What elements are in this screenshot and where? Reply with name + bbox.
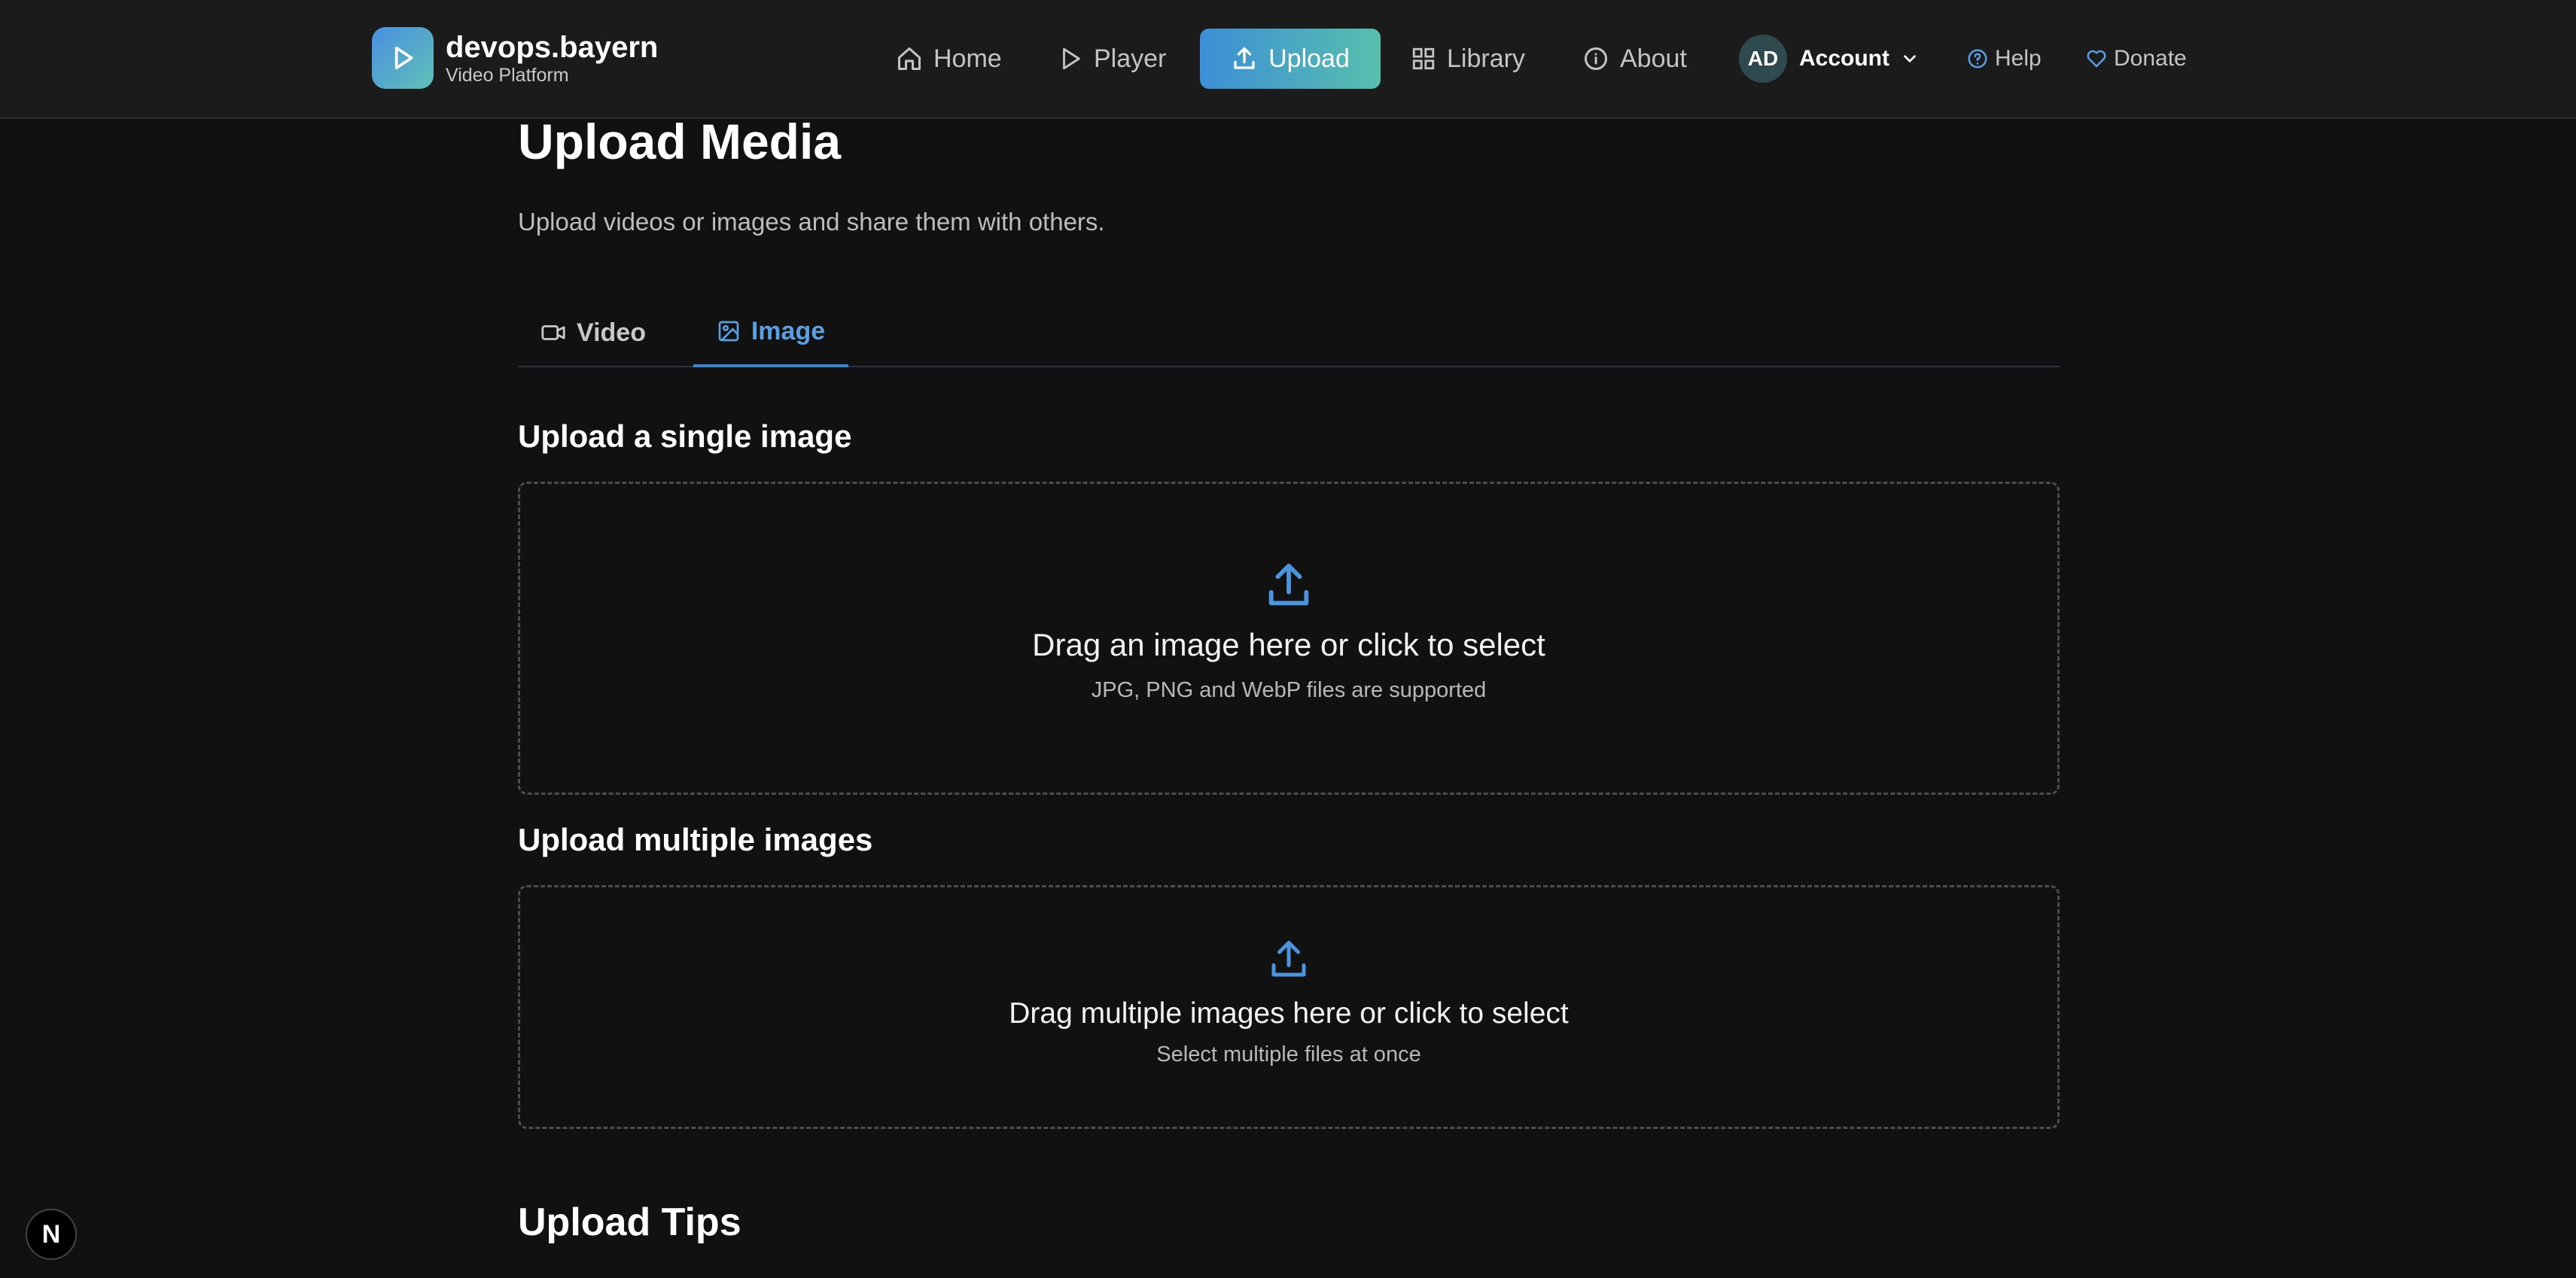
upload-icon — [1234, 47, 1255, 69]
single-upload-title: Upload a single image — [518, 418, 852, 454]
nav-about-label: About — [1620, 44, 1687, 73]
nav-about[interactable]: About — [1582, 29, 1687, 89]
nav-home[interactable]: Home — [896, 29, 1002, 89]
tab-image-label: Image — [751, 316, 826, 345]
nav-library-label: Library — [1447, 44, 1525, 73]
tab-video[interactable]: Video — [540, 298, 646, 367]
single-dropzone-hint: JPG, PNG and WebP files are supported — [1091, 678, 1487, 702]
account-menu[interactable]: AD Account — [1739, 29, 1930, 89]
single-image-dropzone[interactable]: Drag an image here or click to select JP… — [518, 482, 2060, 795]
upload-tips-title: Upload Tips — [518, 1200, 741, 1244]
nav-library[interactable]: Library — [1411, 29, 1525, 89]
account-label: Account — [1799, 46, 1889, 71]
nextjs-dev-badge[interactable]: N — [26, 1209, 77, 1260]
multiple-dropzone-hint: Select multiple files at once — [1156, 1042, 1421, 1067]
avatar: AD — [1739, 35, 1787, 83]
single-dropzone-text: Drag an image here or click to select — [1032, 627, 1545, 662]
brand-name: devops.bayern — [446, 31, 659, 64]
nav-help-label: Help — [1995, 46, 2042, 71]
home-icon — [898, 47, 921, 70]
brand-subtitle: Video Platform — [446, 65, 569, 86]
nav-player[interactable]: Player — [1058, 29, 1166, 89]
play-icon — [1063, 47, 1080, 70]
info-icon — [1585, 47, 1607, 70]
page-subtitle: Upload videos or images and share them w… — [518, 208, 1105, 236]
tab-video-label: Video — [577, 318, 646, 347]
multiple-upload-title: Upload multiple images — [518, 822, 873, 857]
upload-icon — [1268, 563, 1309, 606]
nav-player-label: Player — [1094, 44, 1167, 73]
media-type-tabs: Video Image — [518, 298, 2060, 367]
help-icon — [1968, 49, 1987, 68]
upload-icon — [1271, 941, 1306, 977]
chevron-down-icon — [1904, 55, 1916, 62]
nav-donate-label: Donate — [2114, 46, 2187, 71]
multiple-dropzone-text: Drag multiple images here or click to se… — [1009, 997, 1569, 1030]
nav-upload[interactable]: Upload — [1200, 29, 1381, 89]
grid-icon — [1412, 47, 1435, 70]
top-navbar: devops.bayern Video Platform Home Player… — [0, 0, 2576, 119]
image-icon — [718, 321, 739, 342]
nav-home-label: Home — [933, 44, 1002, 73]
brand-link[interactable]: devops.bayern Video Platform — [372, 27, 658, 89]
tab-image[interactable]: Image — [693, 298, 848, 367]
heart-icon — [2087, 50, 2106, 68]
multiple-images-dropzone[interactable]: Drag multiple images here or click to se… — [518, 885, 2060, 1129]
video-icon — [541, 325, 565, 340]
nav-donate[interactable]: Donate — [2085, 29, 2187, 89]
nav-help[interactable]: Help — [1966, 29, 2042, 89]
page-title: Upload Media — [518, 114, 842, 169]
play-logo-icon — [372, 27, 434, 89]
nav-upload-label: Upload — [1268, 44, 1350, 73]
